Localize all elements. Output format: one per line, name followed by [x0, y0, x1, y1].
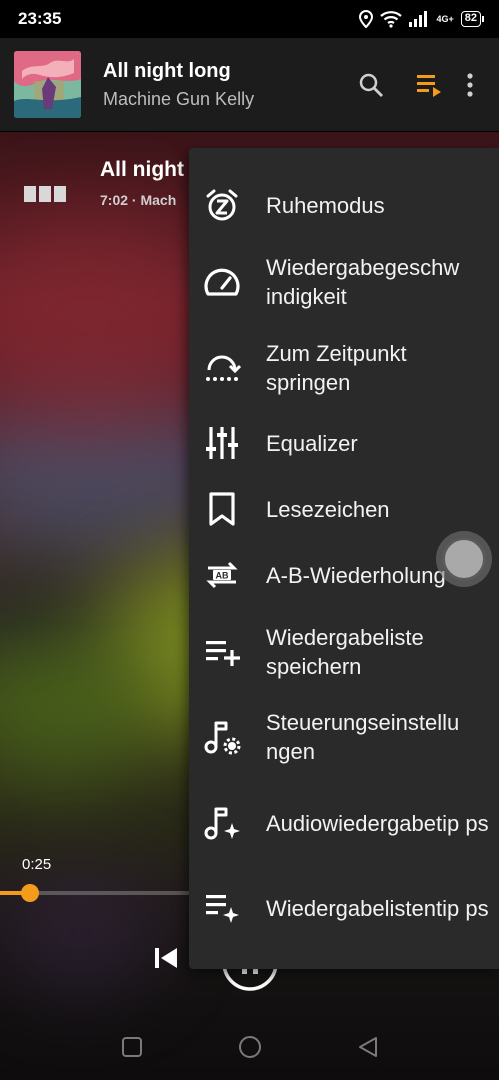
signal-icon — [409, 11, 428, 27]
bookmark-icon — [209, 492, 235, 526]
menu-item-bookmarks[interactable]: Lesezeichen — [189, 484, 499, 534]
menu-item-control-settings[interactable]: Steuerungseinstellu ngen — [189, 705, 499, 769]
menu-item-label: Zum Zeitpunkt springen — [266, 341, 407, 395]
song-title: All night long — [103, 59, 231, 82]
jump-to-time-icon — [206, 355, 241, 381]
song-artist: Machine Gun Kelly — [103, 88, 255, 109]
album-art[interactable] — [14, 51, 81, 118]
menu-item-label: Wiedergabelistentip ps — [266, 895, 489, 921]
equalizer-icon — [206, 427, 238, 459]
previous-button[interactable] — [152, 944, 180, 977]
battery-indicator: 82 — [460, 11, 485, 27]
queue-item-title: All night — [100, 158, 184, 181]
assistive-touch-button[interactable] — [436, 531, 492, 587]
queue-icon — [417, 74, 441, 97]
seek-thumb[interactable] — [20, 884, 39, 902]
network-type: 4G+ — [436, 13, 454, 24]
menu-item-playback-speed[interactable]: Wiedergabegeschw indigkeit — [189, 250, 499, 314]
music-settings-icon — [204, 721, 241, 755]
ab-repeat-icon: AB — [206, 561, 238, 589]
speedometer-icon — [204, 268, 240, 296]
menu-item-sleep[interactable]: Ruhemodus — [189, 180, 499, 230]
menu-item-save-playlist[interactable]: Wiedergabeliste speichern — [189, 620, 499, 684]
menu-item-label: Steuerungseinstellu ngen — [266, 710, 460, 764]
status-bar: 23:35 4G+ 82 — [0, 0, 499, 38]
status-time: 23:35 — [18, 9, 62, 28]
menu-item-label: Ruhemodus — [266, 192, 385, 218]
skip-previous-icon — [155, 948, 177, 968]
menu-item-jump-to-time[interactable]: Zum Zeitpunkt springen — [189, 336, 499, 400]
queue-button[interactable] — [409, 65, 449, 105]
location-icon — [359, 10, 374, 28]
menu-item-label: Wiedergabeliste speichern — [266, 625, 424, 679]
queue-item-subtitle: 7:02 · Mach — [100, 192, 177, 208]
home-icon[interactable] — [238, 1035, 262, 1059]
wifi-icon — [380, 11, 403, 28]
music-tips-icon — [204, 807, 240, 840]
queue-current-item[interactable]: All night 7:02 · Mach — [0, 150, 200, 220]
svg-text:AB: AB — [216, 571, 229, 581]
search-button[interactable] — [351, 65, 391, 105]
playlist-tips-icon — [206, 895, 239, 923]
menu-item-playlist-tips[interactable]: Wiedergabelistentip ps — [189, 876, 499, 940]
search-icon — [359, 73, 383, 97]
menu-item-label: Equalizer — [266, 430, 358, 456]
elapsed-time: 0:25 — [22, 856, 52, 873]
alarm-z-icon — [206, 189, 238, 221]
more-vert-icon — [467, 72, 473, 97]
playing-bars-icon — [24, 186, 66, 202]
menu-item-audio-tips[interactable]: Audiowiedergabetip ps — [189, 791, 499, 855]
menu-item-equalizer[interactable]: Equalizer — [189, 418, 499, 468]
player-header: All night long Machine Gun Kelly — [0, 38, 499, 132]
menu-item-label: Wiedergabegeschw indigkeit — [266, 255, 460, 309]
back-icon[interactable] — [357, 1036, 379, 1058]
playlist-add-icon — [206, 641, 240, 666]
recents-icon[interactable] — [121, 1036, 143, 1058]
menu-item-label: Lesezeichen — [266, 496, 390, 522]
system-nav-bar — [0, 1014, 499, 1080]
menu-item-label: Audiowiedergabetip ps — [266, 810, 489, 836]
more-options-button[interactable] — [455, 65, 485, 105]
